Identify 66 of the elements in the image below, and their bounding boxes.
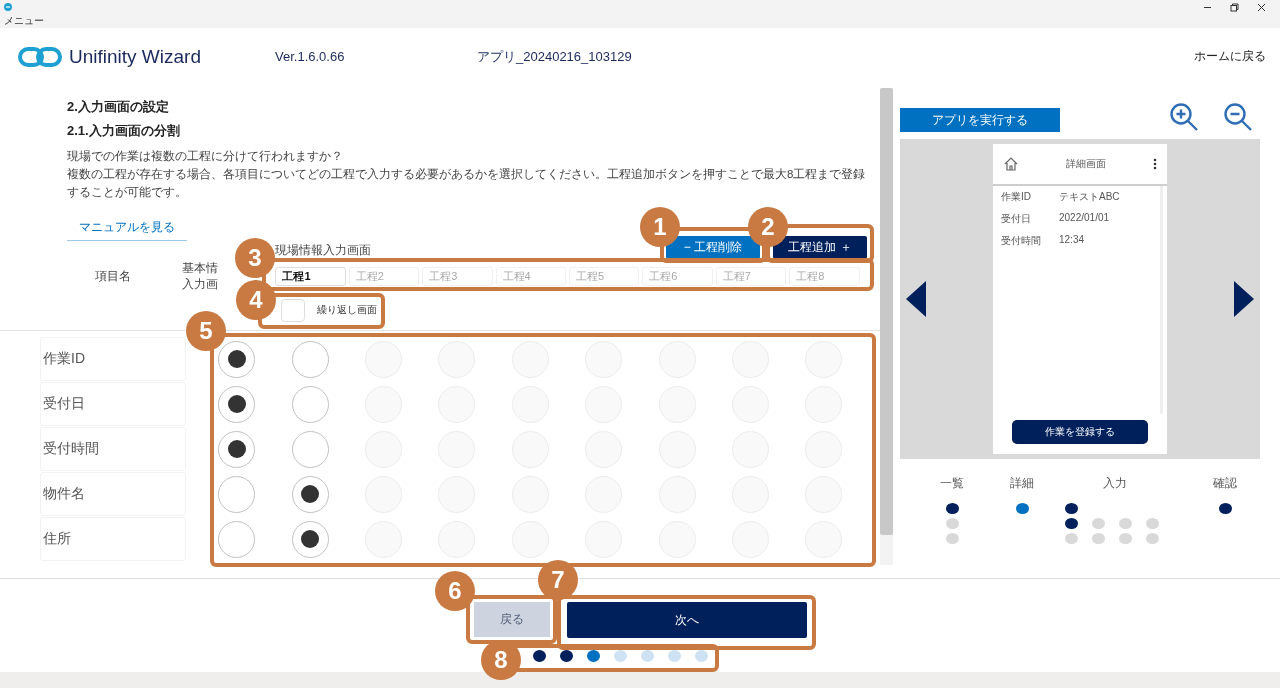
menu-item[interactable]: メニュー — [4, 14, 44, 28]
zoom-out-icon[interactable] — [1223, 102, 1253, 132]
radio-button[interactable] — [218, 520, 256, 558]
column-header: 項目名 — [94, 267, 132, 285]
app-name: アプリ_20240216_103129 — [477, 47, 632, 66]
stage-label: 入力 — [1103, 475, 1127, 492]
radio-button[interactable] — [291, 520, 329, 558]
stage-label: 詳細 — [1010, 475, 1034, 492]
callout-number: 4 — [236, 280, 276, 320]
column-header: 入力画 — [182, 277, 218, 292]
home-link[interactable]: ホームに戻る — [1194, 48, 1266, 65]
logo-icon — [18, 45, 62, 68]
section-subtitle: 2.1.入力画面の分割 — [67, 122, 181, 140]
description-text: 複数の工程が存在する場合、各項目についてどの工程で入力する必要があるかを選択してください。工程追加ボタンを押すことで最大8工程まで登録することが可能です。 — [67, 167, 867, 200]
restore-icon[interactable] — [1230, 2, 1239, 12]
next-arrow-icon[interactable] — [1234, 281, 1254, 317]
section-title: 2.入力画面の設定 — [67, 98, 170, 116]
callout-number: 6 — [435, 571, 475, 611]
field-value: 12:34 — [1059, 234, 1085, 247]
repeat-checkbox[interactable] — [281, 299, 305, 322]
column-header: 基本情 — [182, 261, 218, 276]
run-app-button[interactable]: アプリを実行する — [900, 108, 1060, 132]
close-icon[interactable] — [1257, 2, 1266, 12]
callout-number: 1 — [640, 207, 680, 247]
callout-number: 3 — [235, 238, 275, 278]
description-text: 現場での作業は複数の工程に分けて行われますか？ — [67, 149, 344, 164]
process-tab[interactable]: 工程1 — [275, 266, 346, 286]
remove-process-button[interactable]: − 工程削除 — [666, 235, 760, 259]
register-button[interactable]: 作業を登録する — [1012, 420, 1148, 444]
field-value: テキストABC — [1059, 190, 1120, 204]
item-label: 作業ID — [40, 337, 186, 381]
screen-title: 詳細画面 — [1065, 157, 1107, 171]
manual-link[interactable]: マニュアルを見る — [67, 215, 187, 241]
item-label: 受付日 — [40, 382, 186, 426]
radio-button[interactable] — [218, 340, 256, 378]
radio-button[interactable] — [218, 475, 256, 513]
checkbox-label: 繰り返し画面 — [317, 303, 377, 317]
home-icon — [1003, 156, 1019, 172]
field-label: 作業ID — [1001, 190, 1032, 204]
field-value: 2022/01/01 — [1059, 212, 1110, 225]
radio-button[interactable] — [218, 385, 256, 423]
callout-number: 7 — [538, 560, 578, 600]
next-button[interactable]: 次へ — [566, 602, 807, 638]
brand-name: Unifinity Wizard — [69, 45, 201, 68]
add-process-button[interactable]: 工程追加 ＋ — [773, 235, 867, 259]
field-label: 受付時間 — [1001, 234, 1042, 248]
item-label: 住所 — [40, 517, 186, 561]
radio-button[interactable] — [291, 430, 329, 468]
callout-number: 2 — [748, 207, 788, 247]
radio-button[interactable] — [291, 385, 329, 423]
app-icon — [4, 3, 12, 11]
previous-arrow-icon[interactable] — [906, 281, 926, 317]
group-label: 現場情報入力画面 — [275, 241, 371, 259]
field-label: 受付日 — [1001, 212, 1032, 226]
item-label: 物件名 — [40, 472, 186, 516]
callout-number: 5 — [186, 311, 226, 351]
stage-label: 一覧 — [940, 475, 964, 492]
scrollbar-thumb[interactable] — [880, 88, 893, 535]
item-label: 受付時間 — [40, 427, 186, 471]
zoom-in-icon[interactable] — [1169, 102, 1199, 132]
radio-button[interactable] — [291, 340, 329, 378]
version-text: Ver.1.6.0.66 — [275, 49, 346, 64]
radio-button[interactable] — [218, 430, 256, 468]
stage-label: 確認 — [1213, 475, 1237, 492]
radio-button[interactable] — [291, 475, 329, 513]
more-icon — [1153, 158, 1157, 170]
